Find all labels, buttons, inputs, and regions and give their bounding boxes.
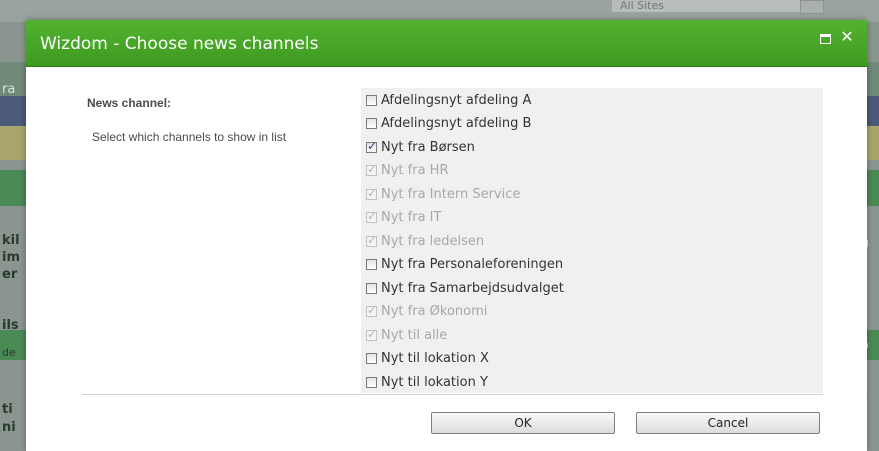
dialog-header[interactable]: Wizdom - Choose news channels ✕ xyxy=(26,20,867,67)
checkmark-icon: ✓ xyxy=(367,303,378,317)
channel-option[interactable]: Nyt til lokation X xyxy=(366,349,489,369)
field-label-column: News channel: Select which channels to s… xyxy=(82,88,361,393)
checkbox-unchecked[interactable] xyxy=(366,118,377,129)
background-topbar: All Sites xyxy=(0,0,879,22)
checkbox-checked[interactable]: ✓ xyxy=(366,138,378,153)
channel-label: Nyt fra Intern Service xyxy=(381,186,521,202)
checkbox-checked: ✓ xyxy=(366,232,378,247)
channel-option: ✓ Nyt fra ledelsen xyxy=(366,231,484,251)
checkmark-icon: ✓ xyxy=(367,138,378,153)
background-text: ra xyxy=(2,82,16,97)
background-text: ni xyxy=(2,420,16,435)
channel-option[interactable]: Afdelingsnyt afdeling B xyxy=(366,114,531,134)
channel-option: ✓ Nyt fra IT xyxy=(366,208,441,228)
channel-label: Nyt til lokation Y xyxy=(381,374,488,390)
channel-label: Afdelingsnyt afdeling B xyxy=(381,116,532,131)
checkbox-checked: ✓ xyxy=(366,326,378,341)
checkmark-icon: ✓ xyxy=(367,326,378,341)
channel-label: Nyt fra ledelsen xyxy=(381,233,485,249)
background-text: er xyxy=(2,267,18,282)
choose-news-channels-dialog: Wizdom - Choose news channels ✕ News cha… xyxy=(26,20,867,451)
channel-label: Nyt fra IT xyxy=(381,210,442,225)
channel-option: ✓ Nyt fra HR xyxy=(366,161,448,181)
checkmark-icon: ✓ xyxy=(367,209,378,223)
checkbox-unchecked[interactable] xyxy=(366,94,377,106)
checkmark-icon: ✓ xyxy=(367,185,378,200)
maximize-icon[interactable] xyxy=(820,34,831,44)
news-channel-description: Select which channels to show in list xyxy=(92,130,287,144)
background-text: kil xyxy=(2,233,20,248)
checkbox-unchecked[interactable] xyxy=(366,353,377,364)
checkbox-unchecked[interactable] xyxy=(366,259,377,270)
channel-option: ✓ Nyt til alle xyxy=(366,325,447,345)
cancel-button[interactable]: Cancel xyxy=(636,412,820,434)
checkbox-checked: ✓ xyxy=(366,303,378,317)
channel-option: ✓ Nyt fra Intern Service xyxy=(366,184,520,204)
checkmark-icon: ✓ xyxy=(367,232,378,247)
background-search-button xyxy=(800,0,824,14)
checkmark-icon: ✓ xyxy=(367,162,378,176)
channel-label: Nyt fra HR xyxy=(381,163,449,178)
background-text: ils xyxy=(2,318,19,333)
checkbox-checked: ✓ xyxy=(366,162,378,176)
checkbox-unchecked[interactable] xyxy=(366,376,377,388)
background-search-box: All Sites xyxy=(612,0,810,12)
channel-option[interactable]: Nyt fra Samarbejdsudvalget xyxy=(366,278,564,298)
ok-button[interactable]: OK xyxy=(431,412,615,434)
news-channel-label: News channel: xyxy=(87,96,172,110)
channel-checkbox-list: Afdelingsnyt afdeling A Afdelingsnyt afde… xyxy=(361,88,823,393)
channel-label: Nyt fra Børsen xyxy=(381,139,475,155)
background-text: de xyxy=(2,346,16,359)
checkbox-checked: ✓ xyxy=(366,209,378,223)
channel-option: ✓ Nyt fra Økonomi xyxy=(366,302,487,322)
dialog-title: Wizdom - Choose news channels xyxy=(40,34,319,54)
background-text: im xyxy=(2,250,21,265)
channel-label: Nyt til lokation X xyxy=(381,351,489,366)
checkbox-unchecked[interactable] xyxy=(366,282,377,294)
channel-option[interactable]: Nyt fra Personaleforeningen xyxy=(366,255,563,275)
news-channel-form: News channel: Select which channels to s… xyxy=(82,88,823,395)
channel-option[interactable]: ✓ Nyt fra Børsen xyxy=(366,137,475,157)
channel-label: Afdelingsnyt afdeling A xyxy=(381,92,532,108)
close-icon[interactable]: ✕ xyxy=(838,28,856,46)
checkbox-checked: ✓ xyxy=(366,185,378,200)
channel-label: Nyt fra Samarbejdsudvalget xyxy=(381,280,564,296)
channel-label: Nyt fra Personaleforeningen xyxy=(381,257,564,272)
channel-label: Nyt til alle xyxy=(381,327,448,343)
channel-option[interactable]: Afdelingsnyt afdeling A xyxy=(366,90,531,110)
channel-label: Nyt fra Økonomi xyxy=(381,304,488,319)
channel-option[interactable]: Nyt til lokation Y xyxy=(366,372,488,392)
background-text: ti xyxy=(2,402,13,417)
